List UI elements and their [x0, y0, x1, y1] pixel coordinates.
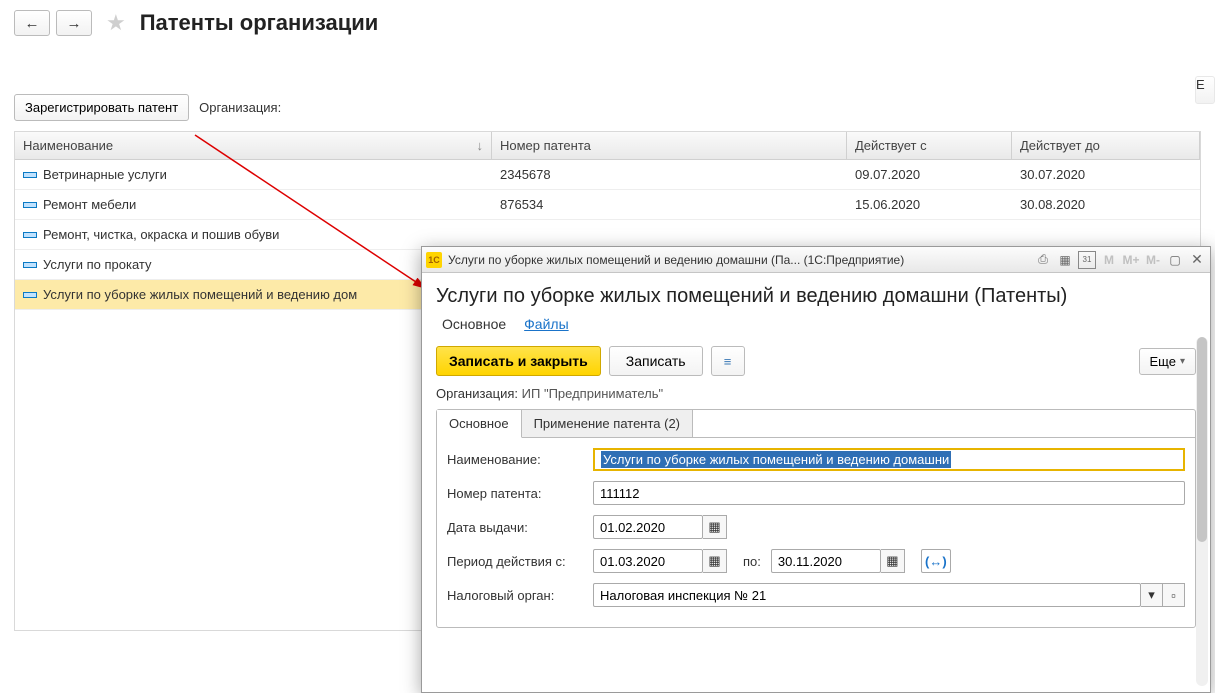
- cell-to: 30.07.2020: [1020, 167, 1085, 182]
- cell-name: Ремонт мебели: [43, 197, 136, 212]
- more-button-label: Еще: [1150, 354, 1176, 369]
- period-from-label: Период действия с:: [447, 554, 583, 569]
- form-tabset: Основное Применение патента (2) Наименов…: [436, 409, 1196, 628]
- row-icon: [23, 232, 37, 238]
- col-header-from[interactable]: Действует с: [847, 132, 1012, 159]
- register-patent-button[interactable]: Зарегистрировать патент: [14, 94, 189, 121]
- inner-tab-main[interactable]: Основное: [442, 316, 506, 332]
- tax-authority-input[interactable]: [593, 583, 1141, 607]
- tax-authority-open-button[interactable]: ▫: [1163, 583, 1185, 607]
- dialog-title-text: Услуги по уборке жилых помещений и веден…: [448, 253, 1028, 267]
- dialog-scrollbar[interactable]: [1196, 337, 1208, 686]
- row-icon: [23, 292, 37, 298]
- col-header-number[interactable]: Номер патента: [492, 132, 847, 159]
- row-icon: [23, 262, 37, 268]
- tax-authority-label: Налоговый орган:: [447, 588, 583, 603]
- chevron-down-icon: ▾: [1180, 356, 1185, 367]
- cell-to: 30.08.2020: [1020, 197, 1085, 212]
- patent-dialog: 1C Услуги по уборке жилых помещений и ве…: [421, 246, 1211, 693]
- list-icon-button[interactable]: ≡: [711, 346, 745, 376]
- cell-name: Ветринарные услуги: [43, 167, 167, 182]
- period-sep-label: по:: [743, 554, 761, 569]
- period-range-button[interactable]: (↔): [921, 549, 951, 573]
- sort-arrow-icon: ↓: [477, 138, 484, 153]
- row-icon: [23, 202, 37, 208]
- table-row[interactable]: Ремонт мебели 876534 15.06.2020 30.08.2020: [15, 190, 1200, 220]
- cell-number: 2345678: [500, 167, 551, 182]
- issue-date-input[interactable]: [593, 515, 703, 539]
- issue-date-label: Дата выдачи:: [447, 520, 583, 535]
- m-icon[interactable]: M: [1100, 251, 1118, 269]
- name-input-selection: Услуги по уборке жилых помещений и веден…: [601, 451, 951, 468]
- organization-label: Организация:: [199, 100, 281, 115]
- nav-forward-button[interactable]: →: [56, 10, 92, 36]
- period-from-picker-button[interactable]: ▦: [703, 549, 727, 573]
- dialog-titlebar[interactable]: 1C Услуги по уборке жилых помещений и ве…: [422, 247, 1210, 273]
- save-and-close-button[interactable]: Записать и закрыть: [436, 346, 601, 376]
- issue-date-picker-button[interactable]: ▦: [703, 515, 727, 539]
- m-plus-icon[interactable]: M+: [1122, 251, 1140, 269]
- cell-number: 876534: [500, 197, 543, 212]
- inner-tab-files[interactable]: Файлы: [524, 316, 568, 332]
- close-icon[interactable]: ✕: [1188, 251, 1206, 269]
- tab-usage[interactable]: Применение патента (2): [522, 410, 693, 437]
- dlg-org-value: ИП "Предприниматель": [522, 386, 663, 401]
- star-icon[interactable]: ★: [106, 10, 126, 36]
- cell-name: Услуги по прокату: [43, 257, 152, 272]
- dialog-heading: Услуги по уборке жилых помещений и веден…: [436, 285, 1196, 308]
- col-header-name[interactable]: Наименование ↓: [15, 132, 492, 159]
- name-input[interactable]: Услуги по уборке жилых помещений и веден…: [593, 448, 1185, 471]
- col-header-name-label: Наименование: [23, 138, 113, 153]
- nav-back-button[interactable]: ←: [14, 10, 50, 36]
- page-title: Патенты организации: [140, 10, 379, 36]
- row-icon: [23, 172, 37, 178]
- number-label: Номер патента:: [447, 486, 583, 501]
- minimize-icon[interactable]: ▢: [1166, 251, 1184, 269]
- number-input[interactable]: [593, 481, 1185, 505]
- more-button[interactable]: Еще ▾: [1139, 348, 1196, 375]
- dlg-org-label: Организация:: [436, 386, 518, 401]
- scrollbar-thumb[interactable]: [1197, 337, 1207, 542]
- tab-main[interactable]: Основное: [437, 410, 522, 438]
- print-icon[interactable]: ⎙: [1034, 251, 1052, 269]
- cell-from: 09.07.2020: [855, 167, 920, 182]
- cell-name: Ремонт, чистка, окраска и пошив обуви: [43, 227, 279, 242]
- table-row[interactable]: Ветринарные услуги 2345678 09.07.2020 30.07…: [15, 160, 1200, 190]
- name-label: Наименование:: [447, 452, 583, 467]
- col-header-to[interactable]: Действует до: [1012, 132, 1200, 159]
- cell-name: Услуги по уборке жилых помещений и веден…: [43, 287, 357, 302]
- period-to-picker-button[interactable]: ▦: [881, 549, 905, 573]
- calc-icon[interactable]: ▦: [1056, 251, 1074, 269]
- m-minus-icon[interactable]: M-: [1144, 251, 1162, 269]
- cell-from: 15.06.2020: [855, 197, 920, 212]
- more-side-button[interactable]: Е: [1195, 76, 1215, 104]
- tax-authority-dropdown-button[interactable]: ▾: [1141, 583, 1163, 607]
- calendar-icon[interactable]: 31: [1078, 251, 1096, 269]
- period-to-input[interactable]: [771, 549, 881, 573]
- logo-1c-icon: 1C: [426, 252, 442, 268]
- period-from-input[interactable]: [593, 549, 703, 573]
- save-button[interactable]: Записать: [609, 346, 703, 376]
